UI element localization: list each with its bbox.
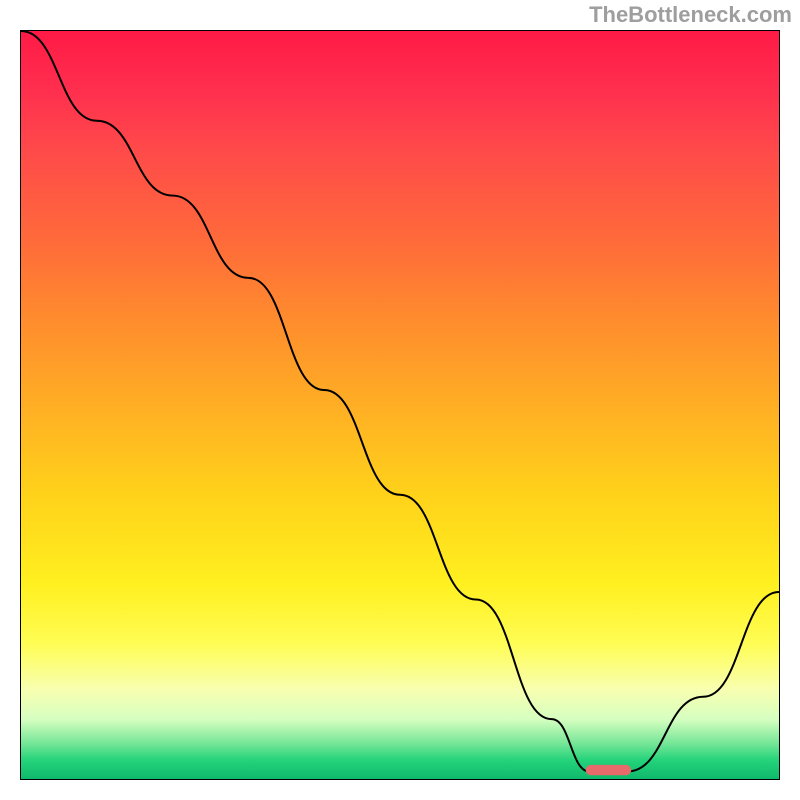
bottleneck-curve — [21, 31, 779, 772]
watermark-label: TheBottleneck.com — [589, 2, 792, 28]
plot-area — [20, 30, 780, 780]
bottleneck-chart: TheBottleneck.com — [0, 0, 800, 800]
curve-overlay — [21, 31, 779, 779]
optimal-marker — [586, 765, 631, 775]
